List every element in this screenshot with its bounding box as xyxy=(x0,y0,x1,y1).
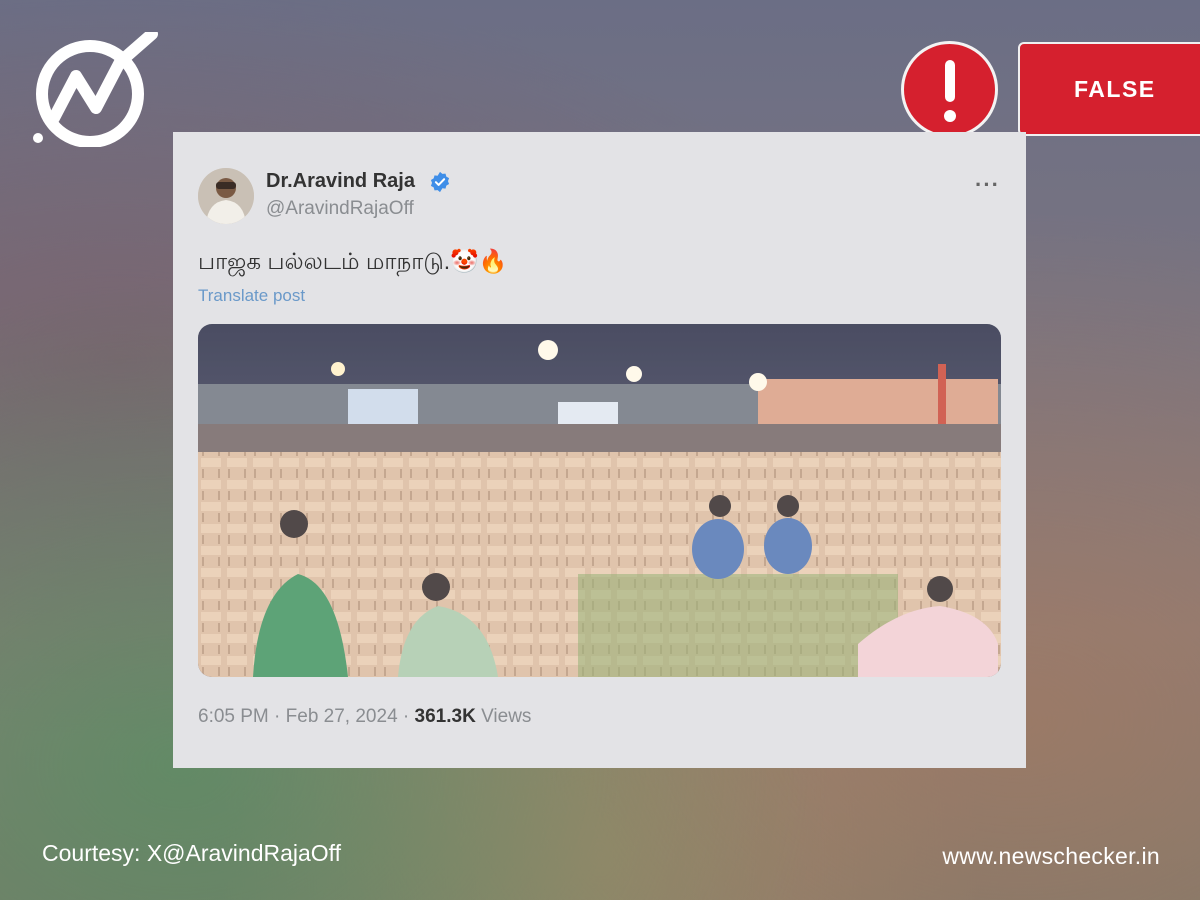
post-time[interactable]: 6:05 PM xyxy=(198,706,269,727)
post-text: பாஜக பல்லடம் மாநாடு.🤡🔥 xyxy=(198,248,508,274)
translate-post-link[interactable]: Translate post xyxy=(198,286,305,306)
newschecker-logo xyxy=(33,32,158,147)
false-verdict-badge: FALSE xyxy=(1018,42,1200,136)
verified-badge-icon xyxy=(430,171,450,193)
more-options-icon[interactable]: ··· xyxy=(975,172,1000,198)
courtesy-credit: Courtesy: X@AravindRajaOff xyxy=(42,840,342,866)
post-date[interactable]: Feb 27, 2024 xyxy=(286,706,398,727)
avatar[interactable] xyxy=(198,168,254,224)
views-count: 361.3K xyxy=(414,706,476,727)
views-label: Views xyxy=(481,706,532,727)
tweet-card: Dr.Aravind Raja @AravindRajaOff ··· பாஜக… xyxy=(173,132,1026,768)
post-meta: 6:05 PM · Feb 27, 2024 · 361.3K Views xyxy=(198,706,532,727)
author-handle[interactable]: @AravindRajaOff xyxy=(266,198,414,220)
verdict-label: FALSE xyxy=(1074,75,1156,102)
alert-icon xyxy=(901,41,998,138)
site-url: www.newschecker.in xyxy=(942,843,1160,869)
post-media-image[interactable] xyxy=(198,324,1001,677)
author-name[interactable]: Dr.Aravind Raja xyxy=(266,170,415,193)
